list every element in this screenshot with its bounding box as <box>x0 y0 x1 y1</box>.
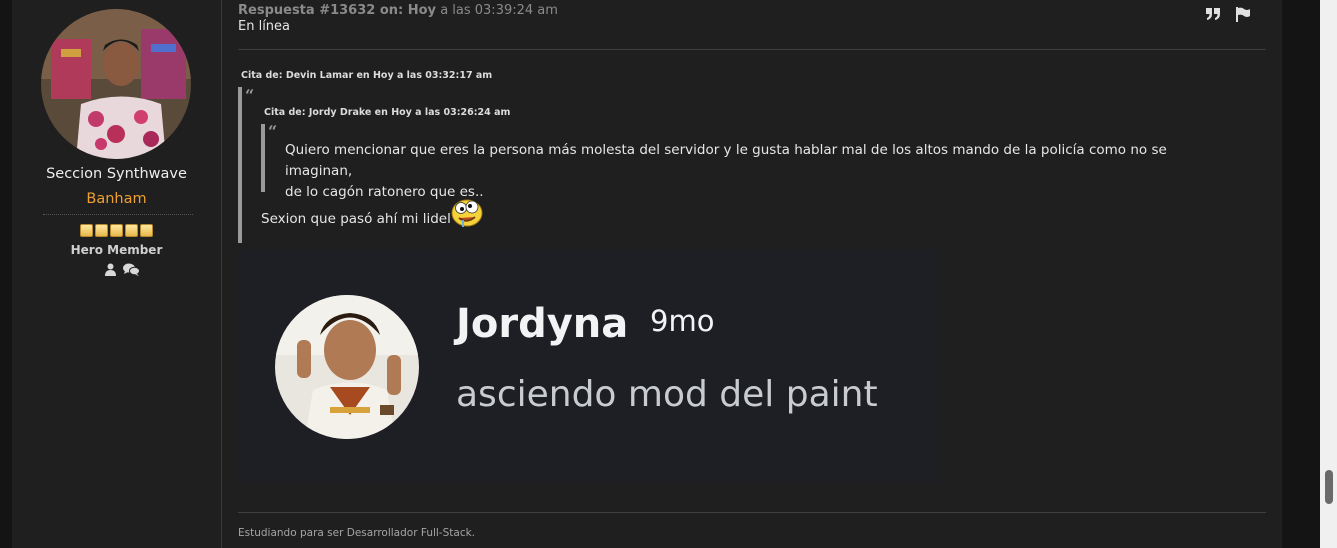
embed-avatar-image <box>275 295 419 439</box>
inner-quote-line-2: de lo cagón ratonero que es.. <box>285 184 484 200</box>
scrollbar-track[interactable] <box>1320 0 1337 548</box>
inner-quote-line-1: Quiero mencionar que eres la persona más… <box>285 142 1167 179</box>
embed-username: Jordyna <box>456 301 629 347</box>
post-header-prefix[interactable]: Respuesta #13632 on: Hoy <box>238 3 436 18</box>
user-signature: Estudiando para ser Desarrollador Full-S… <box>238 527 476 539</box>
outer-quote-cite[interactable]: Cita de: Devin Lamar en Hoy a las 03:32:… <box>241 70 492 81</box>
embed-message: asciendo mod del paint <box>456 374 878 415</box>
quote-mark-icon: “ <box>245 86 255 105</box>
header-divider <box>238 49 1266 50</box>
embed-avatar <box>275 295 419 439</box>
poster-avatar[interactable] <box>41 9 191 159</box>
flag-icon[interactable] <box>1235 7 1251 22</box>
inner-quote-cite[interactable]: Cita de: Jordy Drake en Hoy a las 03:26:… <box>264 107 510 118</box>
poster-group: Banham <box>86 191 147 207</box>
star-icon <box>140 224 153 237</box>
post-actions <box>1205 7 1251 22</box>
online-status: En línea <box>238 19 291 34</box>
post-header-time: a las 03:39:24 am <box>440 3 558 18</box>
left-gutter <box>0 0 12 548</box>
signature-divider <box>238 512 1266 513</box>
crazy-smiley-icon <box>451 199 483 227</box>
forum-page: Seccion Synthwave Banham Hero Member Res… <box>0 0 1337 548</box>
rank-stars <box>80 224 153 238</box>
outer-quote-reply: Sexion que pasó ahí mi lidel <box>261 211 451 227</box>
post-header: Respuesta #13632 on: Hoy a las 03:39:24 … <box>238 3 558 18</box>
poster-panel: Seccion Synthwave Banham Hero Member <box>12 0 222 548</box>
star-icon <box>95 224 108 237</box>
poster-icons <box>104 263 140 276</box>
quote-mark-icon: “ <box>268 122 278 141</box>
quote-icon[interactable] <box>1205 7 1221 21</box>
scrollbar-thumb[interactable] <box>1325 470 1333 504</box>
profile-icon[interactable] <box>104 263 117 276</box>
embedded-image[interactable]: Jordyna 9mo asciendo mod del paint <box>238 249 937 483</box>
poster-name[interactable]: Seccion Synthwave <box>12 166 221 182</box>
star-icon <box>125 224 138 237</box>
messages-icon[interactable] <box>123 263 140 276</box>
star-icon <box>80 224 93 237</box>
poster-divider <box>43 214 193 215</box>
star-icon <box>110 224 123 237</box>
poster-avatar-image <box>41 9 191 159</box>
inner-quote-text: Quiero mencionar que eres la persona más… <box>285 140 1215 203</box>
poster-rank: Hero Member <box>70 243 163 257</box>
embed-timestamp: 9mo <box>650 304 715 338</box>
right-gutter <box>1282 0 1320 548</box>
